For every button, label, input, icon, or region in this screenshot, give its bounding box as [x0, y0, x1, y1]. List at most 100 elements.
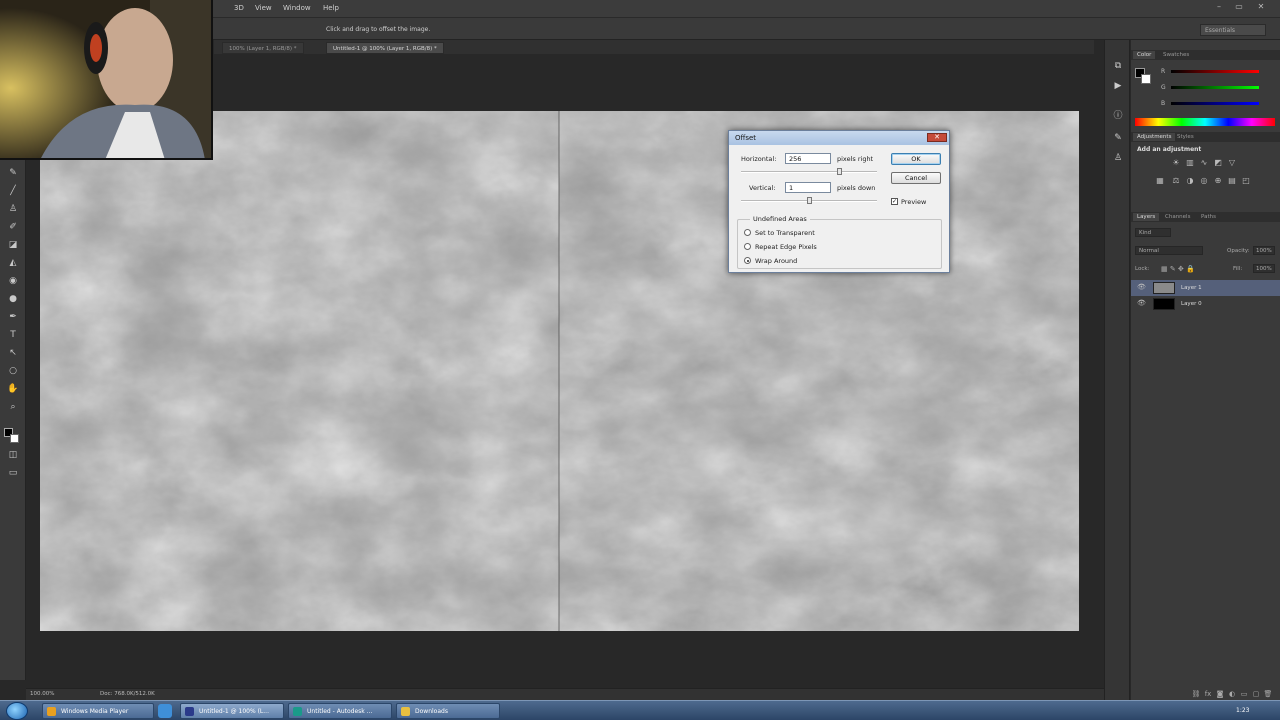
cancel-button[interactable]: Cancel — [891, 172, 941, 184]
color-spectrum[interactable] — [1135, 118, 1275, 126]
quick-mask-icon[interactable]: ◫ — [5, 448, 21, 462]
exposure-adjust-icon[interactable]: ◩ — [1213, 158, 1223, 168]
taskbar-item-photoshop[interactable]: Untitled-1 @ 100% (L... — [180, 703, 284, 719]
opacity-input[interactable]: 100% — [1253, 246, 1275, 255]
preview-checkbox[interactable]: ✓ — [891, 198, 898, 205]
red-slider[interactable] — [1171, 70, 1259, 73]
set-transparent-radio[interactable] — [744, 229, 751, 236]
curves-adjust-icon[interactable]: ∿ — [1199, 158, 1209, 168]
wrap-around-radio[interactable] — [744, 257, 751, 264]
pencil-tool-icon[interactable]: ✎ — [5, 166, 21, 180]
horizontal-slider-thumb[interactable] — [837, 168, 842, 175]
pen-tool-icon[interactable]: ✒ — [5, 310, 21, 324]
hand-tool-icon[interactable]: ✋ — [5, 382, 21, 396]
eye-icon[interactable]: 👁 — [1137, 283, 1146, 291]
minimize-button[interactable]: – — [1214, 3, 1224, 11]
path-select-icon[interactable]: ↖ — [5, 346, 21, 360]
tab-document-2[interactable]: Untitled-1 @ 100% (Layer 1, RGB/8) * — [326, 42, 444, 54]
ok-button[interactable]: OK — [891, 153, 941, 165]
link-layers-icon[interactable]: ⛓ — [1191, 690, 1201, 698]
menu-window[interactable]: Window — [283, 4, 311, 12]
zoom-tool-icon[interactable]: ⌕ — [5, 400, 21, 414]
folder-icon — [401, 707, 410, 716]
new-layer-icon[interactable]: ▢ — [1251, 690, 1261, 698]
tab-document-1[interactable]: 100% (Layer 1, RGB/8) * — [222, 42, 304, 54]
document-info[interactable]: Doc: 768.0K/512.0K — [100, 691, 155, 697]
zoom-readout[interactable]: 100.00% — [30, 691, 54, 697]
vertical-slider-thumb[interactable] — [807, 197, 812, 204]
green-slider[interactable] — [1171, 86, 1259, 89]
tab-color[interactable]: Color — [1133, 51, 1156, 59]
delete-layer-icon[interactable]: 🗑 — [1263, 690, 1273, 698]
actions-icon[interactable]: ▶ — [1112, 80, 1124, 92]
vertical-unit: pixels down — [837, 184, 876, 192]
posterize-adjust-icon[interactable]: ◰ — [1241, 176, 1251, 186]
lookup-adjust-icon[interactable]: ▤ — [1227, 176, 1237, 186]
layer-row[interactable]: 👁 Layer 1 — [1131, 280, 1280, 296]
start-button[interactable] — [6, 702, 28, 720]
blue-slider[interactable] — [1171, 102, 1259, 105]
info-icon[interactable]: ⓘ — [1112, 110, 1124, 122]
tab-layers[interactable]: Layers — [1133, 213, 1160, 221]
tab-adjustments[interactable]: Adjustments — [1133, 133, 1176, 141]
fill-input[interactable]: 100% — [1253, 264, 1275, 273]
layer-style-icon[interactable]: fx — [1203, 690, 1213, 698]
hue-adjust-icon[interactable]: ▦ — [1155, 176, 1165, 186]
vertical-slider[interactable] — [741, 197, 877, 204]
brush-panel-icon[interactable]: ✎ — [1112, 132, 1124, 144]
gradient-adjust-icon[interactable]: ▽ — [1227, 158, 1237, 168]
photo-filter-icon[interactable]: ◎ — [1199, 176, 1209, 186]
menu-help[interactable]: Help — [323, 4, 339, 12]
blend-mode-select[interactable]: Normal — [1135, 246, 1203, 255]
set-transparent-label: Set to Transparent — [755, 229, 815, 237]
chrome-icon[interactable] — [158, 704, 172, 718]
horizontal-slider[interactable] — [741, 168, 877, 175]
history-brush-icon[interactable]: ✐ — [5, 220, 21, 234]
smoke-texture-left — [40, 111, 559, 631]
color-bg-swatch[interactable] — [1141, 74, 1151, 84]
mixer-adjust-icon[interactable]: ⊕ — [1213, 176, 1223, 186]
menu-view[interactable]: View — [255, 4, 272, 12]
type-tool-icon[interactable]: T — [5, 328, 21, 342]
stamp-tool-icon[interactable]: ♙ — [5, 202, 21, 216]
adjust-panel-tabs: Adjustments Styles — [1131, 132, 1280, 142]
shape-tool-icon[interactable]: ○ — [5, 364, 21, 378]
paint-bucket-icon[interactable]: ◭ — [5, 256, 21, 270]
new-adjustment-icon[interactable]: ◐ — [1227, 690, 1237, 698]
background-color-swatch[interactable] — [10, 434, 19, 443]
tab-channels[interactable]: Channels — [1161, 213, 1194, 221]
dialog-close-button[interactable]: ✕ — [927, 133, 947, 142]
vertical-input[interactable] — [785, 182, 831, 193]
blur-tool-icon[interactable]: ◉ — [5, 274, 21, 288]
close-window-button[interactable]: ✕ — [1256, 3, 1266, 11]
tab-paths[interactable]: Paths — [1197, 213, 1220, 221]
horizontal-input[interactable] — [785, 153, 831, 164]
dialog-titlebar[interactable]: Offset ✕ — [729, 131, 949, 145]
layer-kind-filter[interactable]: Kind — [1135, 228, 1171, 237]
lock-pixels-icon[interactable]: ▦ ✎ ✥ 🔒 — [1161, 265, 1195, 273]
layer-row[interactable]: 👁 Layer 0 — [1131, 296, 1280, 312]
screen-mode-icon[interactable]: ▭ — [5, 466, 21, 480]
workspace-select[interactable]: Essentials — [1200, 24, 1266, 36]
system-clock[interactable]: 1:23 — [1236, 707, 1249, 714]
balance-adjust-icon[interactable]: ⚖ — [1171, 176, 1181, 186]
tab-styles[interactable]: Styles — [1173, 133, 1198, 141]
taskbar-item-downloads[interactable]: Downloads — [396, 703, 500, 719]
tab-swatches[interactable]: Swatches — [1159, 51, 1193, 59]
eye-icon[interactable]: 👁 — [1137, 299, 1146, 307]
repeat-edge-radio[interactable] — [744, 243, 751, 250]
taskbar-item-media-player[interactable]: Windows Media Player — [42, 703, 154, 719]
dodge-tool-icon[interactable]: ● — [5, 292, 21, 306]
levels-adjust-icon[interactable]: ▥ — [1185, 158, 1195, 168]
layer-mask-icon[interactable]: ◙ — [1215, 690, 1225, 698]
menu-3d[interactable]: 3D — [234, 4, 244, 12]
line-tool-icon[interactable]: ╱ — [5, 184, 21, 198]
brightness-adjust-icon[interactable]: ☀ — [1171, 158, 1181, 168]
bw-adjust-icon[interactable]: ◑ — [1185, 176, 1195, 186]
eraser-tool-icon[interactable]: ◪ — [5, 238, 21, 252]
maximize-button[interactable]: ▭ — [1234, 3, 1244, 11]
new-group-icon[interactable]: ▭ — [1239, 690, 1249, 698]
clone-source-icon[interactable]: ♙ — [1112, 152, 1124, 164]
taskbar-item-autodesk[interactable]: Untitled - Autodesk ... — [288, 703, 392, 719]
history-icon[interactable]: ⧉ — [1112, 60, 1124, 72]
